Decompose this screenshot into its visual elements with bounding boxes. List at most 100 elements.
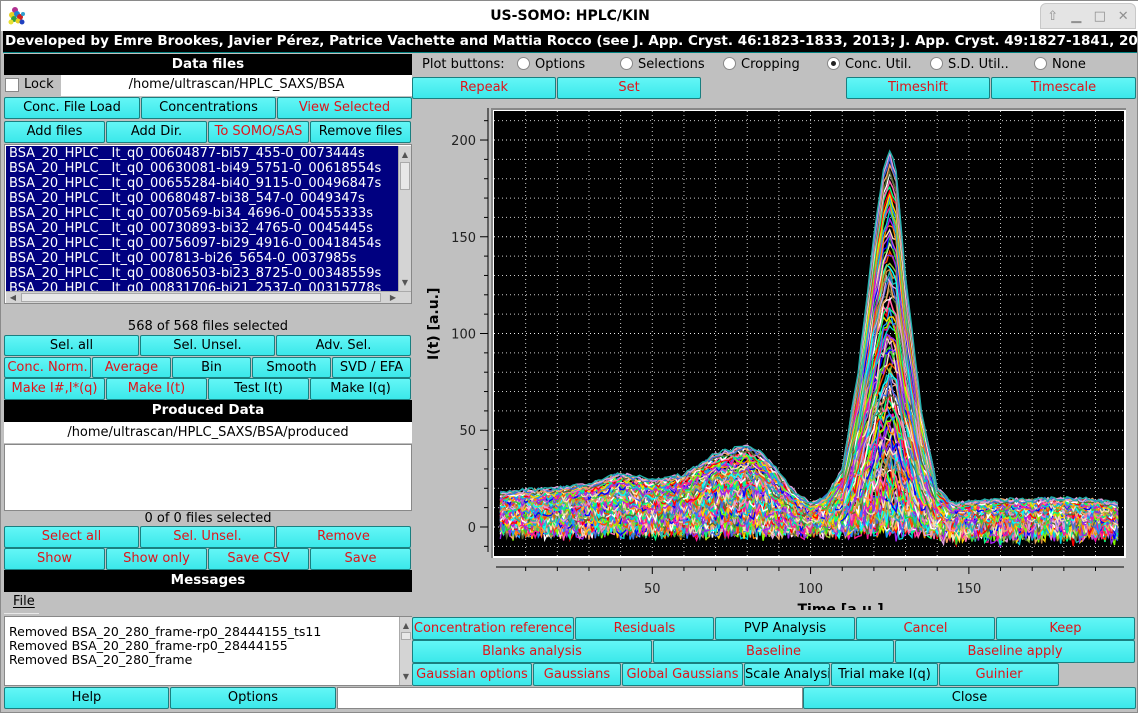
- data-directory: /home/ultrascan/HPLC_SAXS/BSA: [61, 75, 412, 96]
- sel-unsel-button[interactable]: Sel. Unsel.: [140, 335, 275, 356]
- scroll-right-icon[interactable]: ▶: [386, 293, 400, 302]
- file-list-item[interactable]: BSA_20_HPLC__It_q0_00655284-bi40_9115-0_…: [6, 176, 398, 191]
- messages-vscrollbar[interactable]: ▲ ▼: [399, 617, 412, 685]
- make-i-t-button[interactable]: Make I(t): [106, 378, 207, 400]
- file-list-hscrollbar[interactable]: ◀ ▶: [6, 291, 411, 303]
- concentrations-button[interactable]: Concentrations: [141, 97, 276, 119]
- radio-conc-util[interactable]: Conc. Util.: [827, 57, 912, 72]
- add-dir-button[interactable]: Add Dir.: [106, 121, 207, 143]
- close-button[interactable]: Close: [803, 687, 1136, 709]
- file-list-item[interactable]: BSA_20_HPLC__It_q0_00604877-bi57_455-0_0…: [6, 146, 398, 161]
- add-files-button[interactable]: Add files: [4, 121, 105, 143]
- view-selected-button[interactable]: View Selected: [277, 97, 412, 119]
- msg-scroll-down-icon[interactable]: ▼: [399, 672, 413, 681]
- remove-files-button[interactable]: Remove files: [310, 121, 411, 143]
- file-items[interactable]: BSA_20_HPLC__It_q0_00604877-bi57_455-0_0…: [6, 146, 398, 291]
- scroll-left-icon[interactable]: ◀: [6, 293, 20, 302]
- maximize-icon[interactable]: □: [1090, 9, 1110, 24]
- data-file-list[interactable]: BSA_20_HPLC__It_q0_00604877-bi57_455-0_0…: [4, 144, 412, 304]
- save-csv-button[interactable]: Save CSV: [208, 548, 309, 570]
- make-i-i-q-button[interactable]: Make I#,I*(q): [4, 378, 105, 400]
- file-list-vscrollbar[interactable]: ▲ ▼: [398, 146, 411, 291]
- adv-sel-button[interactable]: Adv. Sel.: [276, 335, 411, 356]
- file-list-item[interactable]: BSA_20_HPLC__It_q0_00806503-bi23_8725-0_…: [6, 266, 398, 281]
- trial-make-i-q-button[interactable]: Trial make I(q): [831, 663, 938, 686]
- smooth-button[interactable]: Smooth: [252, 357, 331, 378]
- svd-efa-button[interactable]: SVD / EFA: [332, 357, 411, 378]
- concentration-reference-button[interactable]: Concentration reference: [412, 617, 574, 640]
- help-button[interactable]: Help: [4, 687, 169, 709]
- to-somo-sas-button[interactable]: To SOMO/SAS: [208, 121, 309, 143]
- timescale-button[interactable]: Timescale: [991, 77, 1136, 99]
- gaussian-options-button[interactable]: Gaussian options: [412, 663, 532, 686]
- radio-circle-icon[interactable]: [827, 57, 840, 70]
- scale-analysis-button[interactable]: Scale Analysis: [744, 663, 830, 686]
- timeshift-button[interactable]: Timeshift: [846, 77, 990, 99]
- file-list-item[interactable]: BSA_20_HPLC__It_q0_0070569-bi34_4696-0_0…: [6, 206, 398, 221]
- bin-button[interactable]: Bin: [172, 357, 251, 378]
- plot-svg[interactable]: 0 50 100 150 200 50 100 150 Time [a.u.] I(t) [a.u…: [412, 104, 1136, 610]
- gaussians-button[interactable]: Gaussians: [533, 663, 621, 686]
- y-tick-label: 100: [451, 328, 476, 343]
- conc-file-load-button[interactable]: Conc. File Load: [4, 97, 140, 119]
- radio-selections[interactable]: Selections: [620, 57, 705, 72]
- blanks-analysis-button[interactable]: Blanks analysis: [412, 640, 652, 663]
- global-gaussians-button[interactable]: Global Gaussians: [622, 663, 743, 686]
- keep-button[interactable]: Keep: [996, 617, 1135, 640]
- radio-options[interactable]: Options: [517, 57, 585, 72]
- radio-s-d-util[interactable]: S.D. Util..: [930, 57, 1009, 72]
- radio-circle-icon[interactable]: [930, 57, 943, 70]
- msg-scroll-up-icon[interactable]: ▲: [399, 621, 413, 630]
- file-list-item[interactable]: BSA_20_HPLC__It_q0_00680487-bi38_547-0_0…: [6, 191, 398, 206]
- baseline-apply-button[interactable]: Baseline apply: [895, 640, 1135, 663]
- conc-norm-button[interactable]: Conc. Norm.: [4, 357, 91, 378]
- messages-file-menu[interactable]: File: [13, 594, 35, 609]
- residuals-button[interactable]: Residuals: [575, 617, 714, 640]
- sel-all-button[interactable]: Sel. all: [4, 335, 139, 356]
- guinier-button[interactable]: Guinier: [939, 663, 1059, 686]
- repeak-button[interactable]: Repeak: [412, 77, 556, 99]
- scroll-down-icon[interactable]: ▼: [398, 278, 411, 287]
- file-list-item[interactable]: BSA_20_HPLC__It_q0_00730893-bi32_4765-0_…: [6, 221, 398, 236]
- remove-button[interactable]: Remove: [276, 526, 411, 548]
- hscroll-thumb[interactable]: [21, 293, 381, 302]
- save-button[interactable]: Save: [310, 548, 411, 570]
- radio-circle-icon[interactable]: [723, 57, 736, 70]
- select-all-button[interactable]: Select all: [4, 526, 139, 548]
- cancel-button[interactable]: Cancel: [856, 617, 995, 640]
- sel-unsel-button[interactable]: Sel. Unsel.: [140, 526, 275, 548]
- file-list-item[interactable]: BSA_20_HPLC__It_q0_00831706-bi21_2537-0_…: [6, 281, 398, 291]
- make-i-q-button[interactable]: Make I(q): [310, 378, 411, 400]
- vscroll-thumb[interactable]: [400, 162, 410, 190]
- title-bar[interactable]: US-SOMO: HPLC/KIN ⇧ ▁ □ ✕: [1, 1, 1138, 31]
- set-button[interactable]: Set: [557, 77, 701, 99]
- radio-none[interactable]: None: [1034, 57, 1086, 72]
- status-field[interactable]: [337, 687, 803, 709]
- file-list-item[interactable]: BSA_20_HPLC__It_q0_007813-bi26_5654-0_00…: [6, 251, 398, 266]
- options-button[interactable]: Options: [170, 687, 336, 709]
- data-files-selection-status: 568 of 568 files selected: [127, 319, 289, 334]
- msg-vscroll-thumb[interactable]: [401, 632, 411, 640]
- scroll-up-icon[interactable]: ▲: [398, 150, 411, 159]
- show-button[interactable]: Show: [4, 548, 105, 570]
- radio-label: Selections: [638, 57, 705, 72]
- messages-log[interactable]: Removed BSA_20_280_frame-rp0_28444155_ts…: [4, 616, 412, 686]
- intensity-time-plot[interactable]: 0 50 100 150 200 50 100 150 Time [a.u.] I(t) [a.u…: [412, 104, 1136, 610]
- test-i-t-button[interactable]: Test I(t): [208, 378, 309, 400]
- show-only-button[interactable]: Show only: [106, 548, 207, 570]
- radio-cropping[interactable]: Cropping: [723, 57, 800, 72]
- produced-file-list[interactable]: [4, 444, 412, 511]
- radio-circle-icon[interactable]: [1034, 57, 1047, 70]
- minimize-icon[interactable]: ▁: [1066, 9, 1086, 24]
- radio-circle-icon[interactable]: [517, 57, 530, 70]
- average-button[interactable]: Average: [92, 357, 171, 378]
- radio-circle-icon[interactable]: [620, 57, 633, 70]
- file-list-item[interactable]: BSA_20_HPLC__It_q0_00630081-bi49_5751-0_…: [6, 161, 398, 176]
- pvp-analysis-button[interactable]: PVP Analysis: [715, 617, 855, 640]
- keep-above-icon[interactable]: ⇧: [1043, 9, 1063, 24]
- baseline-button[interactable]: Baseline: [653, 640, 894, 663]
- produced-directory: /home/ultrascan/HPLC_SAXS/BSA/produced: [4, 422, 412, 443]
- close-window-icon[interactable]: ✕: [1113, 9, 1133, 24]
- file-list-item[interactable]: BSA_20_HPLC__It_q0_00756097-bi29_4916-0_…: [6, 236, 398, 251]
- lock-checkbox[interactable]: [5, 78, 19, 92]
